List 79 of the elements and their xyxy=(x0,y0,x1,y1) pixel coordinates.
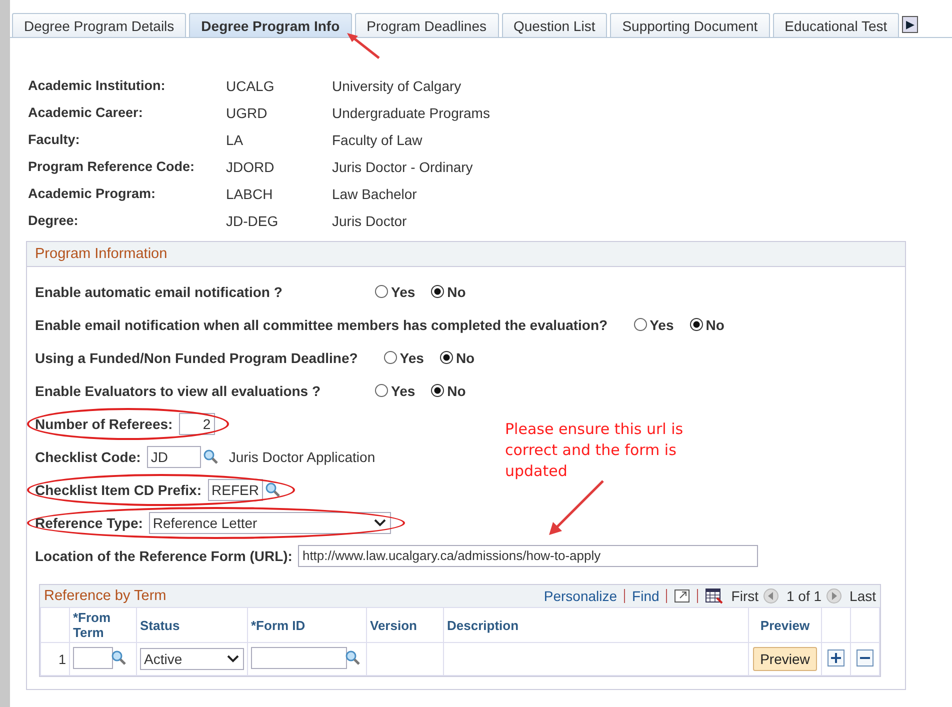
field-label: Degree: xyxy=(28,213,80,229)
field-code: UCALG xyxy=(226,78,276,94)
tab[interactable]: Supporting Document xyxy=(610,13,770,37)
delete-row-icon[interactable] xyxy=(856,648,874,666)
chevron-down-icon xyxy=(372,518,387,528)
tab[interactable]: Question List xyxy=(502,13,608,37)
radio-option[interactable]: Yes xyxy=(384,350,424,366)
field-description: Law Bachelor xyxy=(332,186,418,202)
search-icon[interactable] xyxy=(111,650,127,666)
spreadsheet-icon[interactable] xyxy=(705,588,724,604)
next-icon[interactable] xyxy=(826,588,842,604)
add-row-icon[interactable] xyxy=(827,648,845,666)
field-label: Enable email notification when all committee members has completed the evaluation? xyxy=(35,316,608,332)
field-label: Number of Referees: xyxy=(35,416,173,432)
annotation-text: Please ensure this url is correct and the form is updated xyxy=(505,419,684,482)
previous-icon[interactable] xyxy=(762,588,778,604)
grid-link[interactable]: Personalize xyxy=(544,588,618,604)
column-header: *Form ID xyxy=(251,618,306,632)
field-code: JDORD xyxy=(226,159,276,175)
input-field[interactable] xyxy=(73,646,113,668)
input-field[interactable]: JD xyxy=(146,446,201,468)
field-label: Reference Type: xyxy=(35,514,143,530)
field-label: Location of the Reference Form (URL): xyxy=(35,548,292,564)
field-code: UGRD xyxy=(226,105,268,121)
radio-option[interactable]: Yes xyxy=(634,316,674,332)
input-field[interactable] xyxy=(251,646,347,668)
radio-option[interactable]: No xyxy=(431,382,466,398)
field-label: Faculty: xyxy=(28,132,81,148)
nav-label[interactable]: First xyxy=(731,588,758,604)
field-label: Checklist Item CD Prefix: xyxy=(35,482,202,498)
field-description: University of Calgary xyxy=(332,78,462,94)
field-code: LABCH xyxy=(226,186,274,202)
zoom-icon[interactable] xyxy=(674,589,690,603)
field-label: Enable Evaluators to view all evaluations ? xyxy=(35,382,322,398)
chevron-down-icon xyxy=(226,654,240,664)
column-header: Description xyxy=(447,618,519,632)
radio-option[interactable]: No xyxy=(431,284,466,300)
radio-option[interactable]: Yes xyxy=(375,284,416,300)
url-field[interactable]: http://www.law.ucalgary.ca/admissions/how-to-apply xyxy=(298,544,758,566)
field-label: Checklist Code: xyxy=(35,448,141,464)
column-header: Preview xyxy=(760,618,810,632)
search-icon[interactable] xyxy=(202,448,219,464)
row-number: 1 xyxy=(58,652,66,666)
tab[interactable]: Educational Test xyxy=(772,13,900,37)
field-description: Juris Doctor - Ordinary xyxy=(332,159,474,175)
section-title: Program Information xyxy=(27,242,905,267)
number-field[interactable]: 2 xyxy=(178,412,215,434)
search-icon[interactable] xyxy=(345,650,361,666)
column-header: *From Term xyxy=(73,610,111,640)
dropdown[interactable]: Active xyxy=(140,648,244,670)
field-label: Academic Career: xyxy=(28,105,144,121)
field-description: Juris Doctor xyxy=(332,213,408,229)
field-label: Academic Program: xyxy=(28,186,157,202)
field-code: LA xyxy=(226,132,244,148)
search-icon[interactable] xyxy=(264,482,281,498)
input-field[interactable]: REFER xyxy=(208,478,263,500)
page-count: 1 of 1 xyxy=(786,588,822,604)
column-header: Version xyxy=(370,618,417,632)
tab[interactable]: Degree Program Info xyxy=(189,13,352,37)
grid-link[interactable]: Find xyxy=(632,588,660,604)
field-description: Undergraduate Programs xyxy=(332,105,491,121)
dropdown[interactable]: Reference Letter xyxy=(148,512,391,534)
tab[interactable]: Program Deadlines xyxy=(354,13,498,37)
field-label: Using a Funded/Non Funded Program Deadline? xyxy=(35,350,358,366)
preview-button[interactable]: Preview xyxy=(753,647,817,671)
radio-option[interactable]: No xyxy=(440,350,475,366)
grid-title: Reference by Term xyxy=(44,588,166,604)
field-label: Program Reference Code: xyxy=(28,159,196,175)
field-description: Faculty of Law xyxy=(332,132,424,148)
tab-scroll-button[interactable]: ▶ xyxy=(902,16,918,33)
tab[interactable]: Degree Program Details xyxy=(12,13,186,37)
column-header: Status xyxy=(140,618,180,632)
field-label: Enable automatic email notification ? xyxy=(35,284,284,300)
field-code: JD-DEG xyxy=(226,213,280,229)
radio-option[interactable]: Yes xyxy=(375,382,416,398)
radio-option[interactable]: No xyxy=(690,316,724,332)
field-description: Juris Doctor Application xyxy=(228,448,376,464)
field-label: Academic Institution: xyxy=(28,78,166,94)
nav-label[interactable]: Last xyxy=(850,588,876,604)
